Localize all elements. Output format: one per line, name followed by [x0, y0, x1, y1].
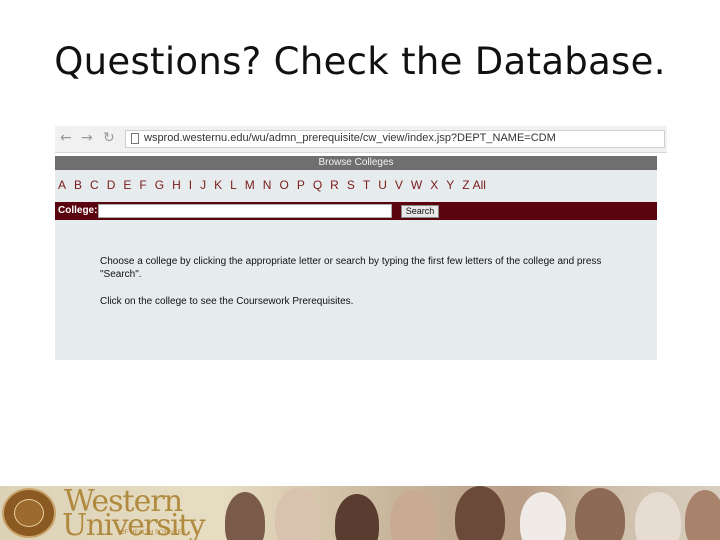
letter-link-v[interactable]: V	[395, 178, 403, 192]
seal-emblem	[14, 499, 44, 527]
person-figure	[225, 492, 265, 540]
letter-link-c[interactable]: C	[90, 178, 99, 192]
letter-link-h[interactable]: H	[172, 178, 181, 192]
letter-link-j[interactable]: J	[200, 178, 206, 192]
letter-link-p[interactable]: P	[297, 178, 305, 192]
letter-link-n[interactable]: N	[263, 178, 272, 192]
brand-subtitle: OF HEALTH SCIENCES	[120, 530, 186, 536]
letter-link-s[interactable]: S	[347, 178, 355, 192]
person-figure	[455, 486, 505, 540]
person-figure	[635, 492, 681, 540]
browse-header: Browse Colleges	[55, 156, 657, 170]
person-figure	[685, 490, 720, 540]
person-figure	[575, 488, 625, 540]
back-arrow-icon[interactable]: ←	[60, 130, 72, 146]
college-input[interactable]	[98, 204, 392, 218]
letter-link-o[interactable]: O	[279, 178, 288, 192]
instructions-panel: Choose a college by clicking the appropr…	[55, 233, 657, 360]
search-bar: College: Search	[55, 202, 657, 220]
page-icon	[131, 133, 139, 144]
address-field[interactable]: wsprod.westernu.edu/wu/admn_prerequisite…	[125, 130, 665, 148]
person-figure	[520, 492, 566, 540]
search-button[interactable]: Search	[401, 205, 439, 218]
letter-link-m[interactable]: M	[245, 178, 255, 192]
letter-link-a[interactable]: A	[58, 178, 66, 192]
letter-index: A B C D E F G H I J K L M N O P Q R S T U V W X Y Z All	[58, 178, 486, 192]
students-photo	[205, 486, 720, 540]
person-figure	[275, 488, 321, 540]
university-seal-logo	[2, 488, 56, 538]
letter-link-y[interactable]: Y	[446, 178, 454, 192]
letter-link-u[interactable]: U	[378, 178, 387, 192]
person-figure	[390, 490, 438, 540]
letter-link-w[interactable]: W	[411, 178, 422, 192]
letter-link-all[interactable]: All	[473, 178, 486, 192]
footer-banner: Western University OF HEALTH SCIENCES	[0, 486, 720, 540]
letter-link-x[interactable]: X	[430, 178, 438, 192]
letter-link-i[interactable]: I	[189, 178, 192, 192]
url-bar: ← → ↻ wsprod.westernu.edu/wu/admn_prereq…	[55, 126, 667, 153]
browser-window: ← → ↻ wsprod.westernu.edu/wu/admn_prereq…	[55, 124, 667, 360]
letter-link-z[interactable]: Z	[462, 178, 469, 192]
instruction-text: Choose a college by clicking the appropr…	[100, 256, 602, 280]
letter-link-e[interactable]: E	[123, 178, 131, 192]
letter-link-q[interactable]: Q	[313, 178, 322, 192]
letter-link-b[interactable]: B	[74, 178, 82, 192]
letter-link-d[interactable]: D	[107, 178, 116, 192]
forward-arrow-icon[interactable]: →	[81, 130, 93, 146]
slide-title: Questions? Check the Database.	[54, 40, 666, 83]
letter-link-l[interactable]: L	[230, 178, 237, 192]
letter-link-k[interactable]: K	[214, 178, 222, 192]
college-label: College:	[58, 205, 98, 216]
address-text: wsprod.westernu.edu/wu/admn_prerequisite…	[144, 132, 556, 144]
letter-link-t[interactable]: T	[363, 178, 370, 192]
letter-link-f[interactable]: F	[139, 178, 146, 192]
browse-page: Browse Colleges ABCDEFGHIJKLMNOPQRSTUVWX…	[55, 156, 657, 360]
instruction-text: Click on the college to see the Coursewo…	[100, 296, 354, 307]
letter-link-r[interactable]: R	[330, 178, 339, 192]
person-figure	[335, 494, 379, 540]
letter-link-g[interactable]: G	[155, 178, 164, 192]
reload-icon[interactable]: ↻	[103, 130, 115, 146]
